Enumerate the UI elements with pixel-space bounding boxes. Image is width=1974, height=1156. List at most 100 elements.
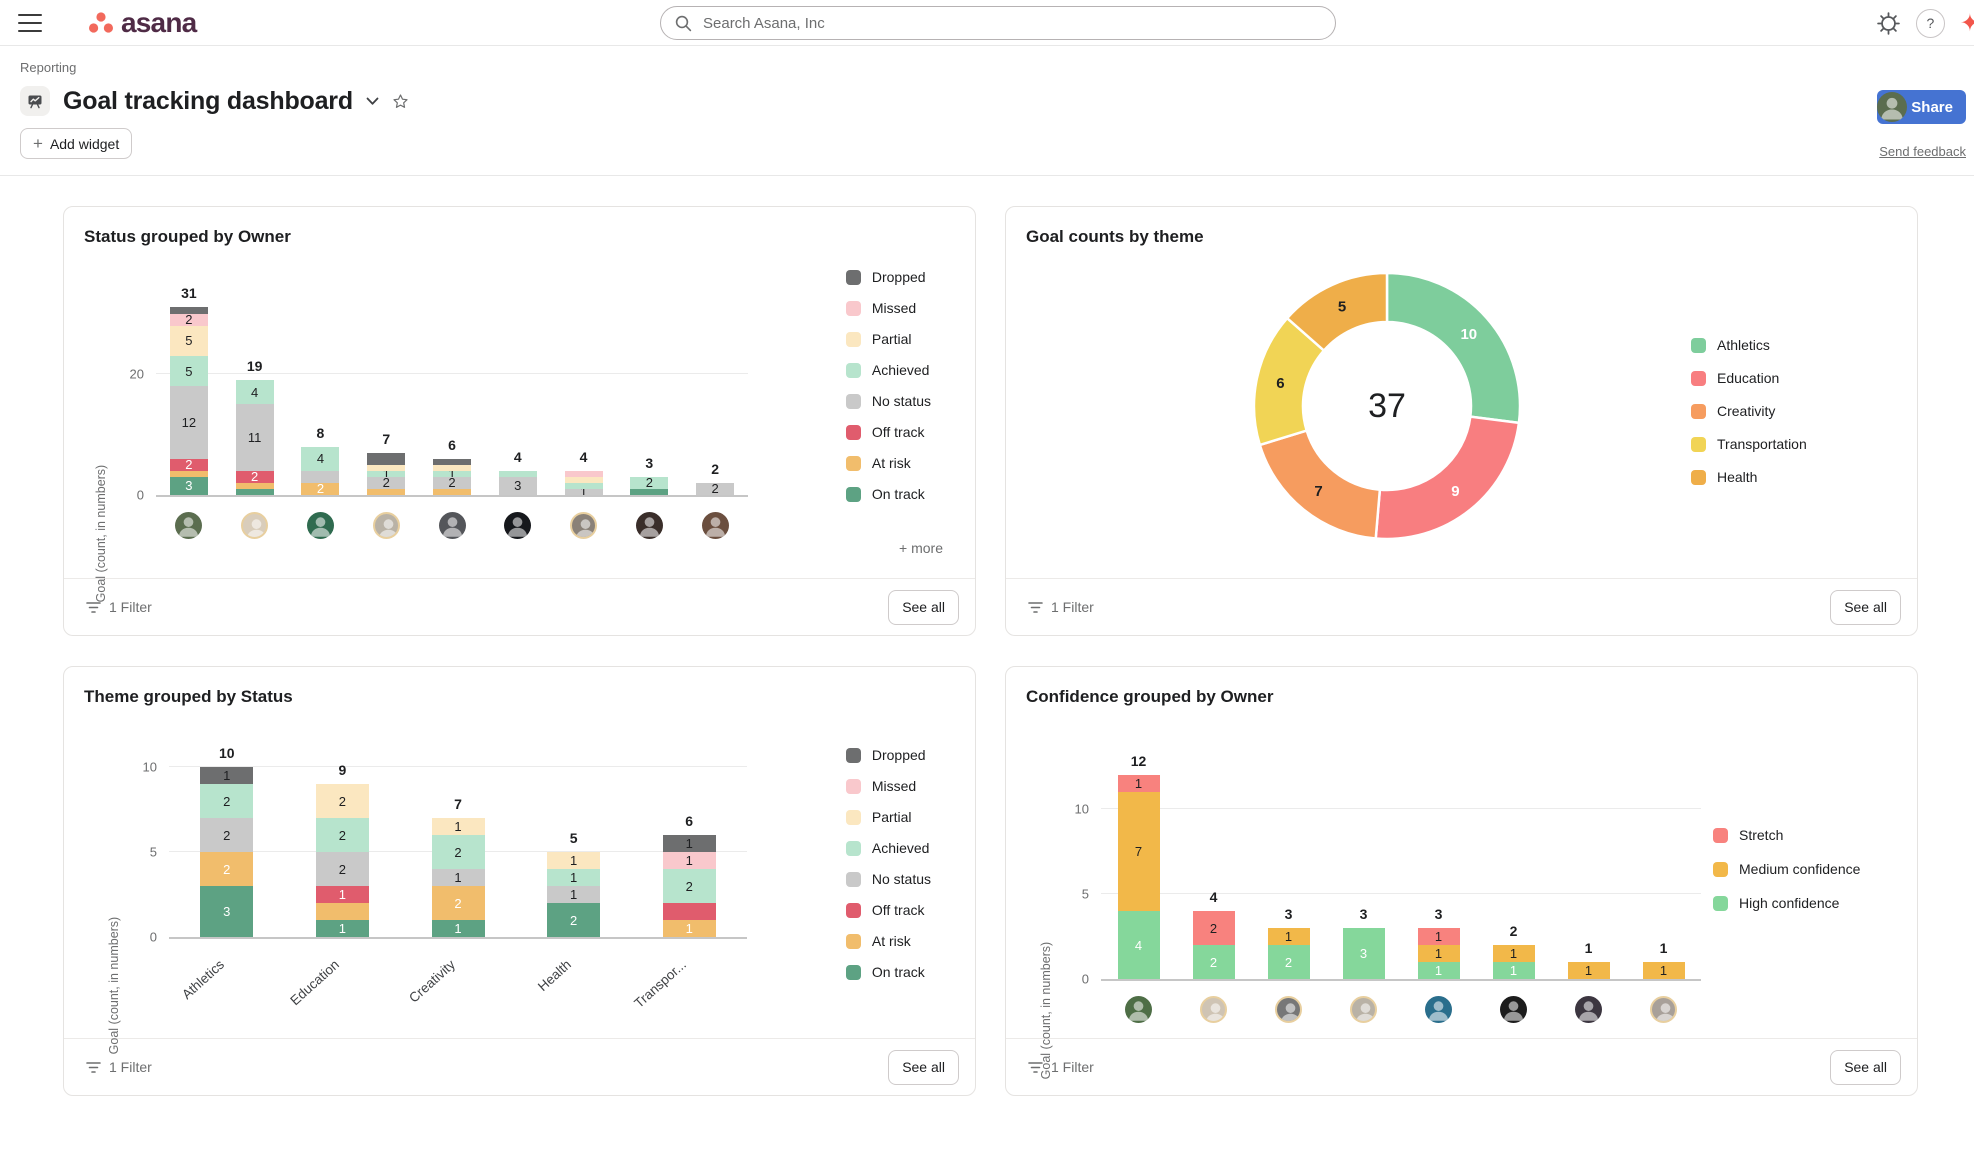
bar-segment-at_risk[interactable] [433,489,471,495]
stacked-bar[interactable]: 1 [565,471,603,495]
donut-slice-athletics[interactable] [1387,273,1520,423]
bar-segment-no_status[interactable]: 2 [696,483,734,495]
bar-segment-no_status[interactable]: 12 [170,386,208,459]
stacked-bar[interactable]: 12121 [432,818,485,937]
filter-chip[interactable]: 1 Filter [1028,599,1094,615]
bar-segment-medium[interactable]: 1 [1418,945,1460,962]
see-all-button[interactable]: See all [888,1050,959,1085]
bar-segment-high[interactable]: 1 [1418,962,1460,979]
bar-segment-on_track[interactable]: 1 [316,920,369,937]
stacked-bar[interactable]: 24 [301,447,339,495]
bar-segment-dropped[interactable]: 1 [200,767,253,784]
stacked-bar[interactable]: 22 [1193,911,1235,979]
search-input[interactable] [701,14,1321,33]
bar-segment-no_status[interactable]: 3 [499,477,537,495]
bar-segment-medium[interactable]: 1 [1568,962,1610,979]
see-all-button[interactable]: See all [1830,590,1901,625]
bar-segment-achieved[interactable]: 2 [432,835,485,869]
bar-segment-at_risk[interactable]: 1 [663,920,716,937]
page-title[interactable]: Goal tracking dashboard [63,87,353,116]
bar-segment-off_track[interactable]: 2 [170,459,208,471]
bar-segment-no_status[interactable]: 2 [316,852,369,886]
bar-segment-on_track[interactable]: 2 [547,903,600,937]
bar-segment-no_status[interactable]: 11 [236,404,274,471]
favorite-star-icon[interactable] [392,93,409,110]
see-all-button[interactable]: See all [1830,1050,1901,1085]
bar-segment-achieved[interactable]: 2 [663,869,716,903]
stacked-bar[interactable]: 1211 [663,835,716,937]
bar-segment-no_status[interactable]: 1 [565,489,603,495]
filter-chip[interactable]: 1 Filter [1028,1059,1094,1075]
ai-sparkle-icon[interactable]: ✦ [1960,9,1974,38]
bar-segment-partial[interactable]: 2 [316,784,369,818]
bar-segment-on_track[interactable] [630,489,668,495]
stacked-bar[interactable]: 21 [433,459,471,495]
bar-segment-partial[interactable]: 5 [170,326,208,356]
stacked-bar[interactable]: 2111 [547,852,600,937]
bar-segment-partial[interactable]: 1 [432,818,485,835]
bar-segment-no_status[interactable]: 1 [432,869,485,886]
bar-segment-off_track[interactable] [663,903,716,920]
bar-segment-achieved[interactable]: 5 [170,356,208,386]
stacked-bar[interactable]: 3 [499,471,537,495]
sidebar-toggle-icon[interactable] [18,14,42,32]
bar-segment-stretch[interactable]: 1 [1418,928,1460,945]
settings-gear-icon[interactable] [1876,11,1901,36]
add-widget-button[interactable]: + Add widget [20,128,132,159]
bar-segment-dropped[interactable]: 1 [663,835,716,852]
bar-segment-off_track[interactable]: 1 [316,886,369,903]
bar-segment-on_track[interactable]: 3 [170,477,208,495]
donut-slice-education[interactable] [1376,417,1519,539]
send-feedback-link[interactable]: Send feedback [1879,144,1966,159]
bar-segment-missed[interactable]: 1 [663,852,716,869]
legend-more-link[interactable]: + more [899,540,943,556]
bar-segment-achieved[interactable]: 2 [316,818,369,852]
breadcrumb[interactable]: Reporting [20,60,1974,75]
bar-segment-at_risk[interactable]: 2 [200,852,253,886]
bar-segment-stretch[interactable]: 1 [1118,775,1160,792]
stacked-bar[interactable]: 3 [1343,928,1385,979]
stacked-bar[interactable]: 3212552 [170,307,208,495]
see-all-button[interactable]: See all [888,590,959,625]
bar-segment-at_risk[interactable] [316,903,369,920]
bar-segment-on_track[interactable] [236,489,274,495]
bar-segment-at_risk[interactable] [367,489,405,495]
bar-segment-partial[interactable]: 1 [547,852,600,869]
bar-segment-high[interactable]: 3 [1343,928,1385,979]
bar-segment-no_status[interactable]: 2 [200,818,253,852]
bar-segment-on_track[interactable]: 1 [432,920,485,937]
help-icon[interactable]: ? [1916,9,1945,38]
bar-segment-achieved[interactable]: 4 [236,380,274,404]
stacked-bar[interactable]: 2 [630,477,668,495]
stacked-bar[interactable]: 21 [367,453,405,495]
stacked-bar[interactable]: 2114 [236,380,274,495]
bar-segment-medium[interactable]: 1 [1268,928,1310,945]
bar-segment-no_status[interactable]: 2 [367,477,405,489]
stacked-bar[interactable]: 11222 [316,784,369,937]
stacked-bar[interactable]: 471 [1118,775,1160,979]
bar-segment-medium[interactable]: 7 [1118,792,1160,911]
bar-segment-high[interactable]: 4 [1118,911,1160,979]
title-chevron-down-icon[interactable] [366,97,379,106]
bar-segment-achieved[interactable]: 2 [630,477,668,489]
global-search[interactable] [660,6,1336,40]
bar-segment-stretch[interactable]: 2 [1193,911,1235,945]
stacked-bar[interactable]: 111 [1418,928,1460,979]
stacked-bar[interactable]: 2 [696,483,734,495]
bar-segment-no_status[interactable] [301,471,339,483]
stacked-bar[interactable]: 32221 [200,767,253,937]
bar-segment-achieved[interactable]: 1 [547,869,600,886]
bar-segment-missed[interactable]: 2 [170,314,208,326]
bar-segment-at_risk[interactable]: 2 [432,886,485,920]
bar-segment-medium[interactable]: 1 [1493,945,1535,962]
bar-segment-achieved[interactable]: 2 [200,784,253,818]
bar-segment-high[interactable]: 1 [1493,962,1535,979]
stacked-bar[interactable]: 21 [1268,928,1310,979]
bar-segment-no_status[interactable]: 1 [547,886,600,903]
bar-segment-high[interactable]: 2 [1268,945,1310,979]
bar-segment-no_status[interactable]: 2 [433,477,471,489]
bar-segment-achieved[interactable]: 4 [301,447,339,471]
bar-segment-high[interactable]: 2 [1193,945,1235,979]
bar-segment-at_risk[interactable]: 2 [301,483,339,495]
stacked-bar[interactable]: 1 [1643,962,1685,979]
